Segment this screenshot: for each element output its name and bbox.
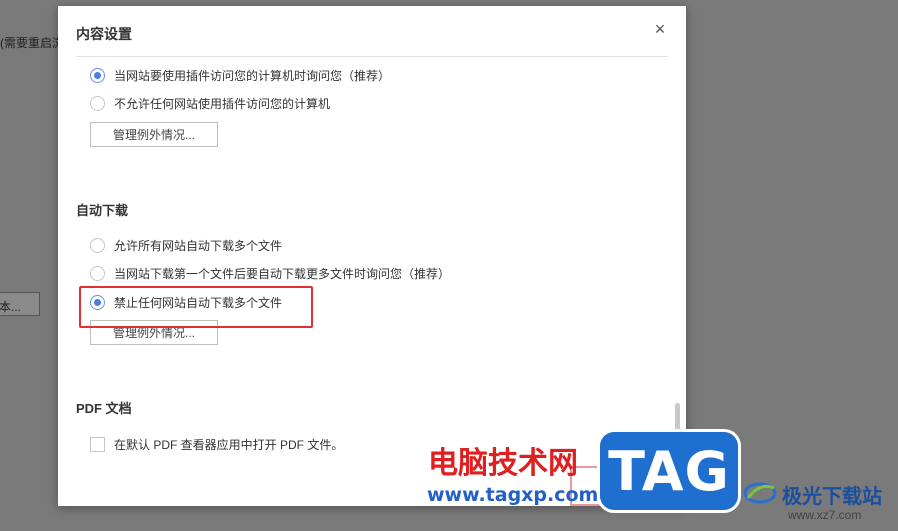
radio-unchecked-icon[interactable] xyxy=(90,266,105,281)
plugin-option-block[interactable]: 不允许任何网站使用插件访问您的计算机 xyxy=(90,95,330,112)
radio-unchecked-icon[interactable] xyxy=(90,238,105,253)
pdf-checkbox-label: 在默认 PDF 查看器应用中打开 PDF 文件。 xyxy=(114,438,344,452)
watermark-site-name: 电脑技术网 xyxy=(428,446,578,481)
tag-logo: TAG xyxy=(600,432,738,510)
plugin-option-ask[interactable]: 当网站要使用插件访问您的计算机时询问您（推荐） xyxy=(90,67,390,84)
background-partial-button: 本... xyxy=(0,292,40,316)
background-partial-label: (需要重启浏 xyxy=(0,36,64,50)
title-divider xyxy=(76,56,668,57)
auto-download-option-label: 允许所有网站自动下载多个文件 xyxy=(114,239,283,253)
plugins-manage-exceptions-button[interactable]: 管理例外情况... xyxy=(90,122,218,147)
auto-download-option-allow[interactable]: 允许所有网站自动下载多个文件 xyxy=(90,237,282,254)
watermark-brand-url: www.xz7.com xyxy=(788,508,862,522)
auto-download-option-label: 禁止任何网站自动下载多个文件 xyxy=(114,296,283,310)
watermark-site-url: www.tagxp.com xyxy=(427,484,599,506)
radio-checked-icon[interactable] xyxy=(90,68,105,83)
radio-unchecked-icon[interactable] xyxy=(90,96,105,111)
close-icon[interactable]: × xyxy=(652,20,668,38)
dialog-title: 内容设置 xyxy=(76,26,132,42)
auto-download-option-label: 当网站下载第一个文件后要自动下载更多文件时询问您（推荐） xyxy=(114,267,451,281)
auto-download-option-block[interactable]: 禁止任何网站自动下载多个文件 xyxy=(90,294,282,311)
checkbox-unchecked-icon[interactable] xyxy=(90,437,105,452)
content-settings-dialog: 内容设置 × 当网站要使用插件访问您的计算机时询问您（推荐） 不允许任何网站使用… xyxy=(58,6,686,506)
watermark-brand-name: 极光下载站 xyxy=(782,484,882,508)
auto-download-heading: 自动下载 xyxy=(76,203,129,218)
pdf-heading: PDF 文档 xyxy=(76,401,132,416)
plugin-option-label: 当网站要使用插件访问您的计算机时询问您（推荐） xyxy=(114,69,391,83)
plugin-option-label: 不允许任何网站使用插件访问您的计算机 xyxy=(114,97,331,111)
aurora-logo-icon xyxy=(743,482,777,504)
pdf-open-default-option[interactable]: 在默认 PDF 查看器应用中打开 PDF 文件。 xyxy=(90,436,343,453)
radio-checked-icon[interactable] xyxy=(90,295,105,310)
auto-download-manage-exceptions-button[interactable]: 管理例外情况... xyxy=(90,320,218,345)
auto-download-option-ask[interactable]: 当网站下载第一个文件后要自动下载更多文件时询问您（推荐） xyxy=(90,265,450,282)
